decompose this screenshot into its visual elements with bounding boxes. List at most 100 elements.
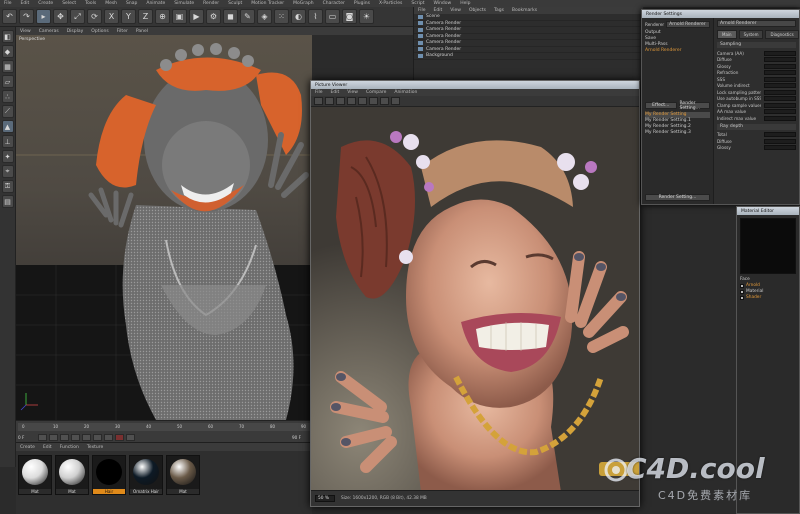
pen-icon[interactable]: ✎ [240, 9, 255, 24]
picture-viewer-menu-view[interactable]: View [347, 90, 358, 95]
param-field[interactable] [764, 115, 796, 121]
effect-button[interactable]: Effect... [645, 102, 677, 109]
material-thumb[interactable]: Ornatrix Hair [129, 455, 163, 495]
tab-diagnostics[interactable]: Diagnostics [765, 30, 799, 39]
scale-icon[interactable]: ⤢ [70, 9, 85, 24]
camera-icon[interactable]: ◙ [342, 9, 357, 24]
autokey-icon[interactable] [126, 434, 135, 441]
menu-render[interactable]: Render [203, 1, 219, 6]
menu-snap[interactable]: Snap [126, 1, 137, 6]
viewport-menu-cameras[interactable]: Cameras [39, 29, 59, 34]
info-icon[interactable] [391, 97, 400, 105]
material-thumb[interactable]: Hair [92, 455, 126, 495]
channel-checkbox[interactable] [740, 290, 744, 294]
cube-icon[interactable]: ◼ [223, 9, 238, 24]
material-menu-texture[interactable]: Texture [87, 445, 103, 450]
object-menu-objects[interactable]: Objects [469, 8, 486, 13]
menu-select[interactable]: Select [62, 1, 76, 6]
deformer-icon[interactable]: ⌇ [308, 9, 323, 24]
render-setting-button[interactable]: Render Setting... [678, 101, 710, 111]
model-mode-icon[interactable]: ◆ [1, 45, 14, 58]
menu-create[interactable]: Create [38, 1, 53, 6]
record-icon[interactable] [115, 434, 124, 441]
timeline-ruler[interactable]: 0 10 20 30 40 50 60 70 80 90 [18, 423, 310, 431]
param-field[interactable] [764, 63, 796, 69]
subdivision-icon[interactable]: ◈ [257, 9, 272, 24]
object-row[interactable]: Background [414, 53, 643, 60]
coord-icon[interactable]: ⊕ [155, 9, 170, 24]
param-field[interactable] [764, 70, 796, 76]
workplane-icon[interactable]: ▱ [1, 75, 14, 88]
picture-viewer-menu-file[interactable]: File [315, 90, 323, 95]
section-sampling[interactable]: Sampling [717, 42, 796, 48]
picture-viewer-menu-edit[interactable]: Edit [331, 90, 340, 95]
filter-icon[interactable] [369, 97, 378, 105]
material-menu-function[interactable]: Function [60, 445, 79, 450]
param-field[interactable] [764, 50, 796, 56]
viewport-menu-options[interactable]: Options [91, 29, 108, 34]
viewport-menu-filter[interactable]: Filter [117, 29, 128, 34]
polygons-mode-icon[interactable]: ▲ [1, 120, 14, 133]
menu-character[interactable]: Character [323, 1, 345, 6]
first-frame-icon[interactable] [38, 434, 47, 441]
viewport-menu-view[interactable]: View [20, 29, 31, 34]
texture-mode-icon[interactable]: ▦ [1, 60, 14, 73]
grid-icon[interactable]: ▤ [1, 195, 14, 208]
section-ray-depth[interactable]: Ray depth [717, 123, 796, 130]
menu-simulate[interactable]: Simulate [174, 1, 194, 6]
param-field[interactable] [764, 83, 796, 89]
x-axis-icon[interactable]: X [104, 9, 119, 24]
make-editable-icon[interactable]: ◧ [1, 30, 14, 43]
menu-x-particles[interactable]: X-Particles [379, 1, 402, 6]
param-field[interactable] [764, 132, 796, 138]
channel-checkbox[interactable] [740, 296, 744, 300]
array-icon[interactable]: ⁙ [274, 9, 289, 24]
light-icon[interactable]: ☀ [359, 9, 374, 24]
material-menu-create[interactable]: Create [20, 445, 35, 450]
frame-end[interactable]: 90 F [292, 435, 310, 440]
param-field[interactable] [764, 145, 796, 151]
material-thumb[interactable]: Mat [18, 455, 52, 495]
render-setting-bottom-button[interactable]: Render Setting... [645, 194, 710, 201]
tab-main[interactable]: Main [717, 30, 737, 39]
prev-key-icon[interactable] [49, 434, 58, 441]
viewport-menu-display[interactable]: Display [67, 29, 84, 34]
param-field[interactable] [764, 138, 796, 144]
timeline[interactable]: 0 10 20 30 40 50 60 70 80 90 0 F 90 F [16, 420, 312, 442]
param-field[interactable] [764, 57, 796, 63]
material-editor-channel[interactable]: Shader [737, 295, 799, 301]
render-settings-icon[interactable]: ⚙ [206, 9, 221, 24]
object-menu-view[interactable]: View [450, 8, 461, 13]
object-menu-edit[interactable]: Edit [434, 8, 443, 13]
param-field[interactable] [764, 76, 796, 82]
menu-mograph[interactable]: MoGraph [293, 1, 313, 6]
prev-frame-icon[interactable] [60, 434, 69, 441]
menu-animate[interactable]: Animate [146, 1, 165, 6]
last-frame-icon[interactable] [104, 434, 113, 441]
floor-icon[interactable]: ▭ [325, 9, 340, 24]
z-axis-icon[interactable]: Z [138, 9, 153, 24]
material-editor-title[interactable]: Material Editor [737, 207, 799, 215]
next-key-icon[interactable] [93, 434, 102, 441]
menu-help[interactable]: Help [460, 1, 470, 6]
material-thumb[interactable]: Mat [55, 455, 89, 495]
menu-edit[interactable]: Edit [21, 1, 30, 6]
lock-icon[interactable]: ⚿ [1, 180, 14, 193]
picture-viewer-title[interactable]: Picture Viewer [311, 81, 639, 89]
frame-start[interactable]: 0 F [18, 435, 36, 440]
object-menu-file[interactable]: File [418, 8, 426, 13]
tab-system[interactable]: System [738, 30, 764, 39]
picture-viewer-menu-animation[interactable]: Animation [394, 90, 417, 95]
axis-mode-icon[interactable]: ⊥ [1, 135, 14, 148]
viewport-menu-panel[interactable]: Panel [136, 29, 148, 34]
edges-mode-icon[interactable]: ⟋ [1, 105, 14, 118]
render-icon[interactable] [314, 97, 323, 105]
param-field[interactable] [764, 89, 796, 95]
next-frame-icon[interactable] [82, 434, 91, 441]
undo-icon[interactable]: ↶ [2, 9, 17, 24]
menu-tools[interactable]: Tools [85, 1, 96, 6]
menu-script[interactable]: Script [411, 1, 424, 6]
menu-sculpt[interactable]: Sculpt [228, 1, 242, 6]
menu-plugins[interactable]: Plugins [354, 1, 370, 6]
swap-icon[interactable] [358, 97, 367, 105]
